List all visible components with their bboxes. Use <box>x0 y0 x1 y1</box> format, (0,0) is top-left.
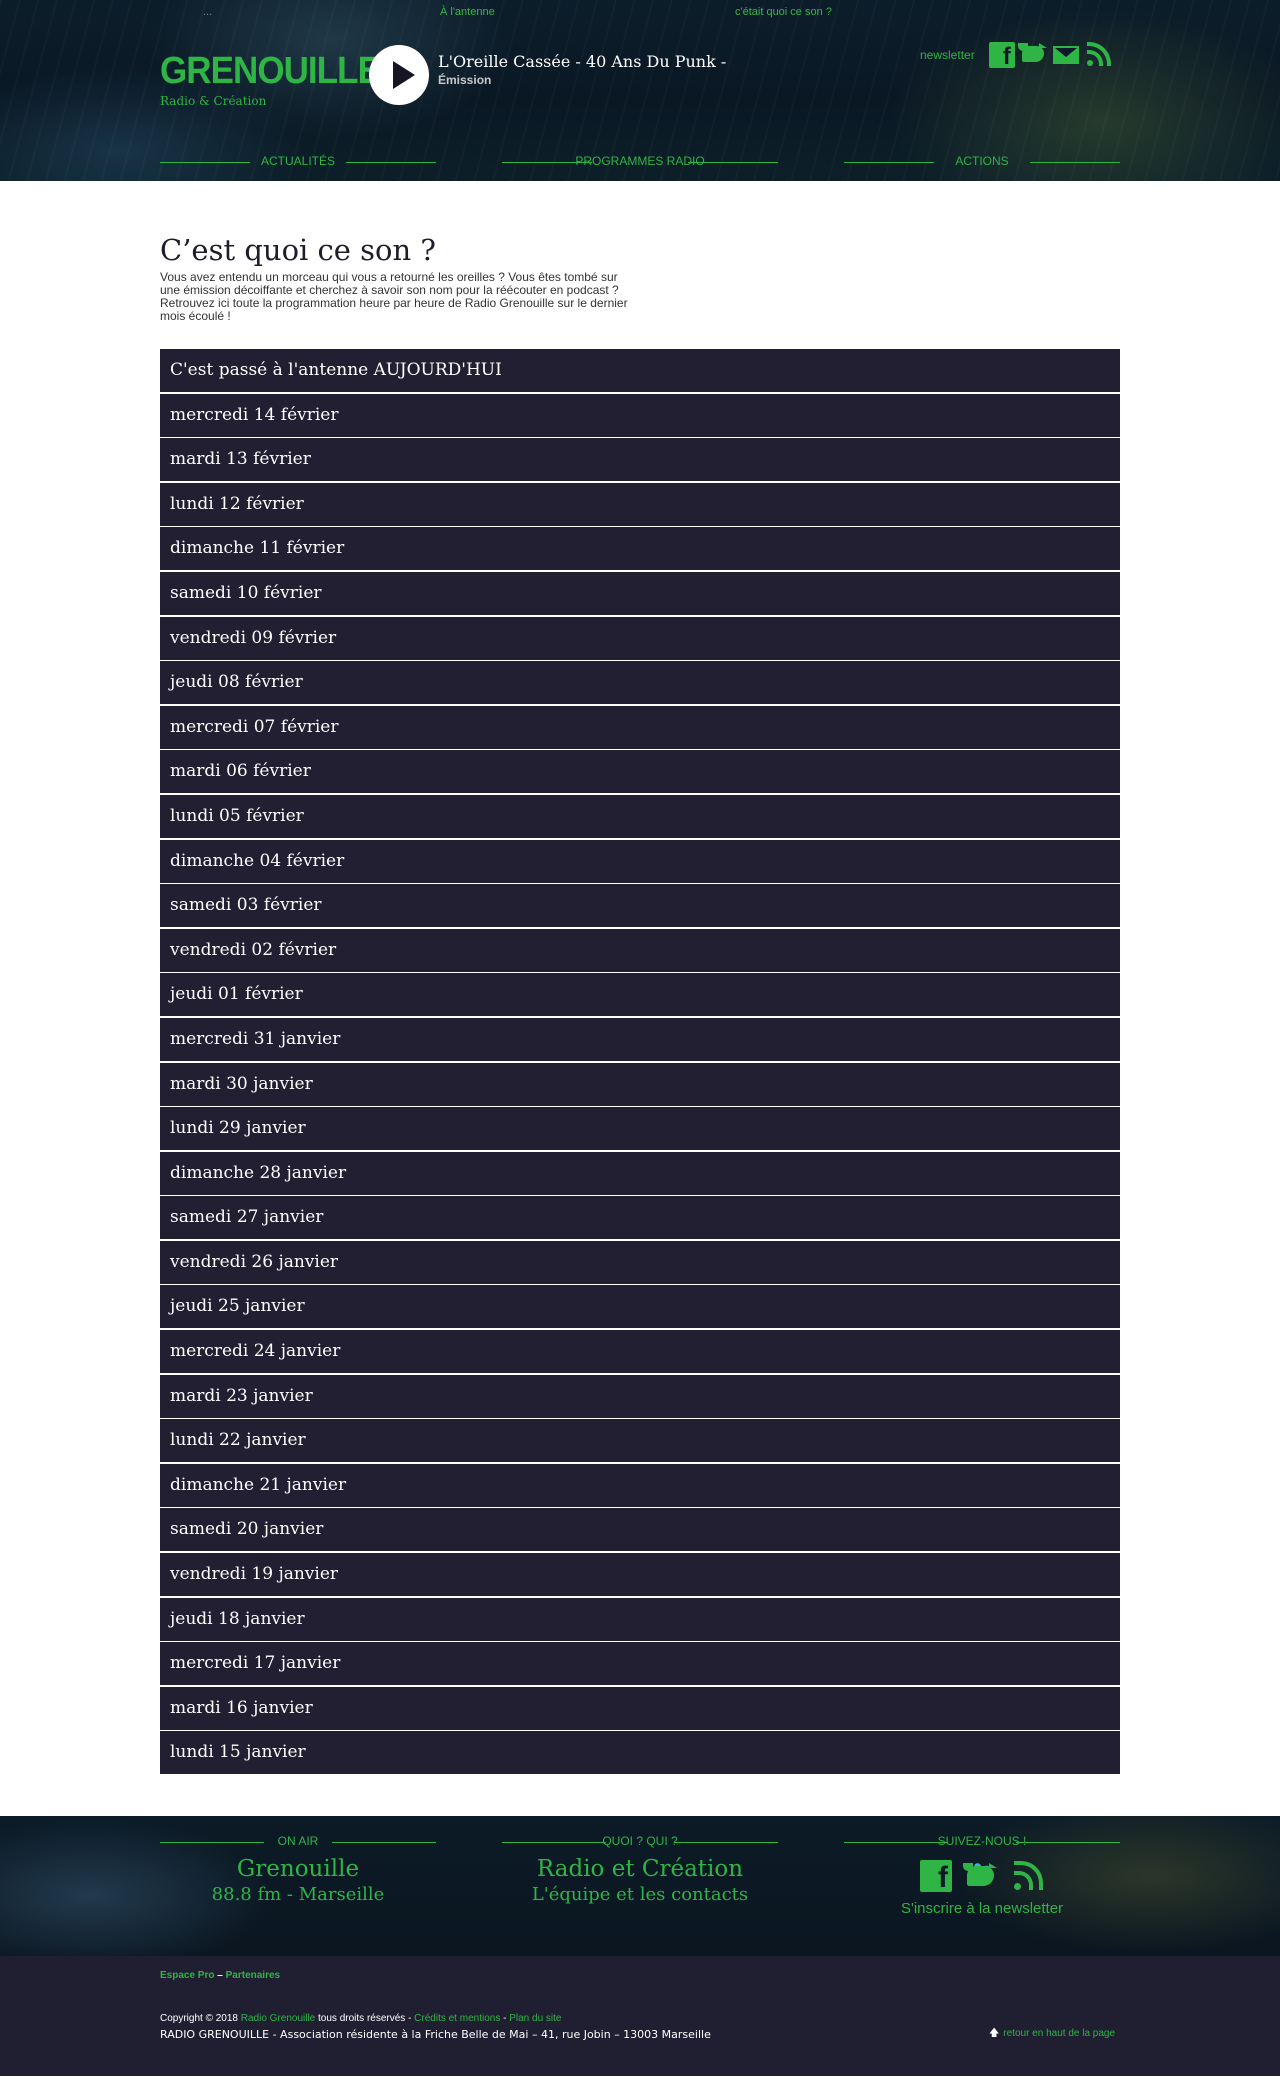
day-row[interactable]: mardi 16 janvier <box>160 1686 1120 1730</box>
day-row[interactable]: jeudi 25 janvier <box>160 1285 1120 1329</box>
top-links: ... À l'antenne c'était quoi ce son ? <box>0 6 1280 22</box>
rss-icon[interactable] <box>1012 1860 1044 1892</box>
day-row[interactable]: mercredi 14 février <box>160 393 1120 437</box>
page-intro: Vous avez entendu un morceau qui vous a … <box>160 270 628 323</box>
logo-tagline: Radio & Création <box>160 94 267 108</box>
footer-social <box>844 1860 1120 1895</box>
day-row[interactable]: lundi 12 février <box>160 482 1120 526</box>
top-link-son[interactable]: c'était quoi ce son ? <box>735 6 832 18</box>
top-dots: ... <box>203 6 213 18</box>
facebook-icon[interactable] <box>920 1860 952 1895</box>
day-row[interactable]: jeudi 08 février <box>160 661 1120 705</box>
site-header: ... À l'antenne c'était quoi ce son ? GR… <box>0 0 1280 181</box>
footer-follow: SUIVEZ-NOUS ! S'inscrire à la newsletter <box>844 1834 1120 1917</box>
header-social: newsletter <box>920 42 1111 71</box>
newsletter-link[interactable]: newsletter <box>920 48 975 62</box>
footer-team-link[interactable]: L'équipe et les contacts <box>502 1884 778 1905</box>
facebook-icon[interactable] <box>988 42 1015 71</box>
footer-onair: ON AIR Grenouille 88.8 fm - Marseille <box>160 1834 436 1905</box>
partenaires-link[interactable]: Partenaires <box>226 1970 280 1981</box>
day-row[interactable]: samedi 20 janvier <box>160 1508 1120 1552</box>
copyright-dash: - <box>500 2013 510 2024</box>
day-row[interactable]: jeudi 01 février <box>160 973 1120 1017</box>
nav-actualites[interactable]: ACTUALITÉS <box>160 154 436 168</box>
site-logo[interactable]: GRENOUILLE Radio & Création <box>160 52 399 108</box>
day-list: C'est passé à l'antenne AUJOURD'HUI mercr… <box>160 349 1120 1775</box>
footer-newsletter-link[interactable]: S'inscrire à la newsletter <box>844 1900 1120 1917</box>
copyright: Copyright © 2018 Radio Grenouille tous d… <box>160 2013 561 2024</box>
footer-onair-heading: ON AIR <box>160 1834 436 1850</box>
day-row[interactable]: mardi 30 janvier <box>160 1062 1120 1106</box>
back-to-top-label: retour en haut de la page <box>1003 2028 1116 2039</box>
top-link-antenne[interactable]: À l'antenne <box>440 6 495 18</box>
back-to-top-link[interactable]: 🡅 retour en haut de la page <box>989 2026 1115 2043</box>
day-row[interactable]: samedi 10 février <box>160 571 1120 615</box>
links-separator: – <box>214 1970 226 1981</box>
day-row[interactable]: jeudi 18 janvier <box>160 1597 1120 1641</box>
day-row[interactable]: mardi 13 février <box>160 438 1120 482</box>
twitter-icon[interactable] <box>963 1860 998 1892</box>
copyright-rights: tous droits réservés - <box>315 2013 415 2024</box>
day-row[interactable]: lundi 05 février <box>160 794 1120 838</box>
footer-onair-freq[interactable]: 88.8 fm - Marseille <box>160 1884 436 1905</box>
footer-links: Espace Pro – Partenaires <box>160 1970 280 1981</box>
day-row[interactable]: mardi 06 février <box>160 750 1120 794</box>
play-icon[interactable] <box>369 45 429 105</box>
day-row[interactable]: mercredi 31 janvier <box>160 1017 1120 1061</box>
rss-icon[interactable] <box>1085 42 1111 68</box>
day-row[interactable]: lundi 29 janvier <box>160 1107 1120 1151</box>
now-playing-title[interactable]: L'Oreille Cassée - 40 Ans Du Punk - <box>438 52 726 71</box>
day-row[interactable]: dimanche 28 janvier <box>160 1151 1120 1195</box>
day-row[interactable]: lundi 15 janvier <box>160 1731 1120 1775</box>
logo-name: GRENOUILLE <box>160 50 381 92</box>
day-row[interactable]: samedi 03 février <box>160 884 1120 928</box>
footer-top: ON AIR Grenouille 88.8 fm - Marseille QU… <box>0 1816 1280 1956</box>
footer-address: RADIO GRENOUILLE - Association résidente… <box>160 2028 711 2041</box>
espace-pro-link[interactable]: Espace Pro <box>160 1970 214 1981</box>
day-row[interactable]: samedi 27 janvier <box>160 1196 1120 1240</box>
day-row[interactable]: mercredi 24 janvier <box>160 1330 1120 1374</box>
day-row[interactable]: dimanche 04 février <box>160 839 1120 883</box>
twitter-icon[interactable] <box>1017 42 1047 68</box>
day-row[interactable]: vendredi 02 février <box>160 928 1120 972</box>
copyright-prefix: Copyright © 2018 <box>160 2013 241 2024</box>
day-row[interactable]: vendredi 26 janvier <box>160 1240 1120 1284</box>
footer-onair-name[interactable]: Grenouille <box>160 1856 436 1882</box>
mail-icon[interactable] <box>1052 46 1079 64</box>
day-row[interactable]: vendredi 09 février <box>160 616 1120 660</box>
day-row[interactable]: dimanche 21 janvier <box>160 1463 1120 1507</box>
now-playing-type: Émission <box>438 73 492 87</box>
footer-about: QUOI ? QUI ? Radio et Création L'équipe … <box>502 1834 778 1905</box>
site-footer: ON AIR Grenouille 88.8 fm - Marseille QU… <box>0 1816 1280 2076</box>
sitemap-link[interactable]: Plan du site <box>509 2013 561 2024</box>
day-row[interactable]: dimanche 11 février <box>160 527 1120 571</box>
credits-link[interactable]: Crédits et mentions <box>414 2013 500 2024</box>
copyright-radio-link[interactable]: Radio Grenouille <box>241 2013 316 2024</box>
day-row[interactable]: mercredi 17 janvier <box>160 1642 1120 1686</box>
footer-bottom: Espace Pro – Partenaires Copyright © 201… <box>0 1956 1280 2076</box>
nav-programmes-radio[interactable]: PROGRAMMES RADIO <box>502 154 778 168</box>
day-row-today[interactable]: C'est passé à l'antenne AUJOURD'HUI <box>160 349 1120 392</box>
footer-about-heading: QUOI ? QUI ? <box>502 1834 778 1850</box>
arrow-up-icon: 🡅 <box>989 2028 1000 2039</box>
day-row[interactable]: mardi 23 janvier <box>160 1374 1120 1418</box>
day-row[interactable]: lundi 22 janvier <box>160 1419 1120 1463</box>
day-row[interactable]: vendredi 19 janvier <box>160 1553 1120 1597</box>
nav-actions[interactable]: ACTIONS <box>844 154 1120 168</box>
main-nav: ACTUALITÉS PROGRAMMES RADIO ACTIONS <box>160 154 1120 170</box>
main-content: C’est quoi ce son ? Vous avez entendu un… <box>0 181 1280 1816</box>
page-title: C’est quoi ce son ? <box>160 233 436 267</box>
day-row[interactable]: mercredi 07 février <box>160 705 1120 749</box>
footer-follow-heading: SUIVEZ-NOUS ! <box>844 1834 1120 1850</box>
footer-about-title[interactable]: Radio et Création <box>502 1856 778 1882</box>
